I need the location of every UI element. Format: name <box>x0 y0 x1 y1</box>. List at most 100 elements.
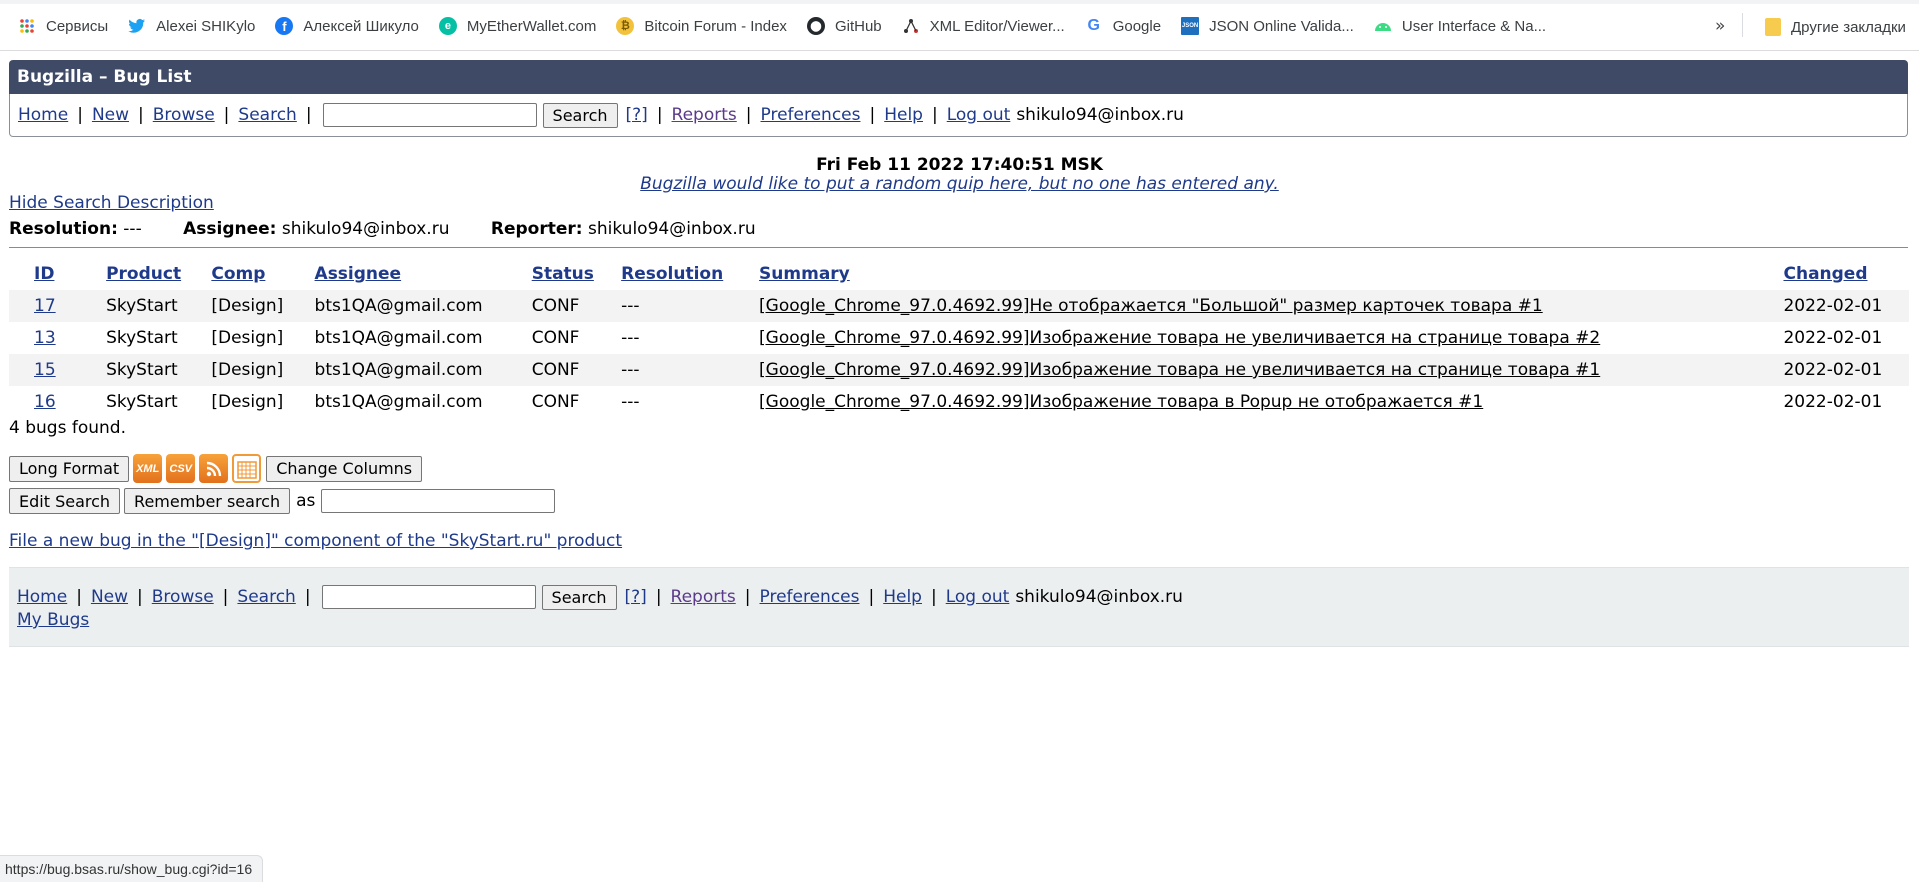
bug-summary-link[interactable]: [Google_Chrome_97.0.4692.99]Не отображае… <box>759 296 1543 316</box>
divider <box>9 247 1908 248</box>
bookmark-label: Bitcoin Forum - Index <box>644 17 787 35</box>
logout-link[interactable]: Log out <box>946 587 1010 607</box>
bookmarks-divider <box>1742 13 1743 37</box>
edit-search-button[interactable]: Edit Search <box>9 488 121 514</box>
sort-column-id[interactable]: ID <box>34 264 54 284</box>
remember-search-name-input[interactable] <box>321 489 556 513</box>
bug-summary-link[interactable]: [Google_Chrome_97.0.4692.99]Изображение … <box>759 392 1483 412</box>
folder-icon <box>1765 18 1781 36</box>
footer-quicksearch-input[interactable] <box>321 585 536 609</box>
bookmark-json-validator[interactable]: JSON JSON Online Valida... <box>1171 11 1364 41</box>
json-icon: JSON <box>1181 17 1200 35</box>
bookmark-label: Alexei SHIKylo <box>156 17 256 35</box>
footer: Home | New | Browse | Search | Search [?] | R… <box>9 567 1909 647</box>
bookmark-myetherwallet[interactable]: e MyEtherWallet.com <box>429 11 606 41</box>
file-new-bug-link[interactable]: File a new bug in the "[Design]" compone… <box>9 531 622 551</box>
bug-summary-link[interactable]: [Google_Chrome_97.0.4692.99]Изображение … <box>759 360 1600 380</box>
xml-tree-icon <box>902 17 920 35</box>
separator: | <box>930 587 937 607</box>
help-link[interactable]: Help <box>883 587 922 607</box>
browse-link[interactable]: Browse <box>153 105 215 125</box>
bookmark-label: GitHub <box>834 17 882 35</box>
bookmark-github[interactable]: ⬤ GitHub <box>797 11 892 41</box>
cell-changed: 2022-02-01 <box>1783 354 1909 386</box>
quip-link-wrapper: Bugzilla would like to put a random quip… <box>0 174 1919 194</box>
bookmark-label: MyEtherWallet.com <box>466 17 597 35</box>
browse-link[interactable]: Browse <box>152 587 214 607</box>
quicksearch-input[interactable] <box>322 103 537 127</box>
sort-column-status[interactable]: Status <box>532 264 594 284</box>
table-header-row: ID Product Comp Assignee Status Resoluti… <box>9 258 1909 290</box>
bookmark-xml-editor[interactable]: XML Editor/Viewer... <box>892 11 1075 41</box>
bookmark-google[interactable]: G Google <box>1075 11 1171 41</box>
cell-component: [Design] <box>211 354 315 386</box>
sort-column-product[interactable]: Product <box>106 264 181 284</box>
bug-id-link[interactable]: 17 <box>34 296 56 316</box>
list-actions: Long Format XML CSV Change Columns <box>9 454 423 483</box>
home-link[interactable]: Home <box>17 587 67 607</box>
twitter-icon <box>128 17 146 35</box>
preferences-link[interactable]: Preferences <box>761 105 861 125</box>
xml-feed-icon[interactable]: XML <box>133 454 163 483</box>
criteria-value: shikulo94@inbox.ru <box>588 219 756 239</box>
sort-column-comp[interactable]: Comp <box>211 264 265 284</box>
logout-link[interactable]: Log out <box>947 105 1011 125</box>
myetherwallet-icon: e <box>438 17 457 35</box>
search-link[interactable]: Search <box>238 105 296 125</box>
cell-product: SkyStart <box>106 328 178 348</box>
bug-id-link[interactable]: 13 <box>34 328 56 348</box>
bug-summary-link[interactable]: [Google_Chrome_97.0.4692.99]Изображение … <box>759 328 1600 348</box>
reports-link[interactable]: Reports <box>671 587 736 607</box>
new-link[interactable]: New <box>91 587 128 607</box>
sort-column-assignee[interactable]: Assignee <box>315 264 402 284</box>
quicksearch-help-link[interactable]: [?] <box>625 587 647 607</box>
bookmark-facebook[interactable]: f Алексей Шикуло <box>265 11 429 41</box>
rss-feed-icon[interactable] <box>199 454 229 483</box>
apps-grid-icon <box>18 17 36 35</box>
home-link[interactable]: Home <box>18 105 68 125</box>
remember-search-button[interactable]: Remember search <box>124 488 291 514</box>
quicksearch-button[interactable]: Search <box>542 102 618 128</box>
sort-column-summary[interactable]: Summary <box>759 264 850 284</box>
change-columns-button[interactable]: Change Columns <box>266 455 423 482</box>
cell-resolution: --- <box>621 392 640 412</box>
quicksearch-help-link[interactable]: [?] <box>626 105 648 125</box>
bookmarks-overflow-button[interactable]: » <box>1715 16 1725 36</box>
separator: | <box>304 587 311 607</box>
cell-changed: 2022-02-01 <box>1783 290 1909 322</box>
sort-column-changed[interactable]: Changed <box>1783 264 1867 284</box>
ical-calendar-icon[interactable] <box>232 454 262 483</box>
new-link[interactable]: New <box>92 105 129 125</box>
sort-column-resolution[interactable]: Resolution <box>621 264 723 284</box>
bookmark-label: Сервисы <box>46 17 109 35</box>
bug-id-link[interactable]: 16 <box>34 392 56 412</box>
bookmark-user-interface[interactable]: User Interface & Na... <box>1364 11 1556 41</box>
hide-search-description-link[interactable]: Hide Search Description <box>9 193 214 213</box>
android-icon <box>1374 17 1392 35</box>
long-format-button[interactable]: Long Format <box>9 455 130 482</box>
separator: | <box>868 587 875 607</box>
bookmark-twitter[interactable]: Alexei SHIKylo <box>118 11 265 41</box>
search-link[interactable]: Search <box>237 587 295 607</box>
preferences-link[interactable]: Preferences <box>760 587 860 607</box>
my-bugs-link[interactable]: My Bugs <box>17 610 89 630</box>
page-title: Bugzilla – Bug List <box>9 60 1908 94</box>
quip-link[interactable]: Bugzilla would like to put a random quip… <box>640 174 1279 194</box>
criteria-value: shikulo94@inbox.ru <box>281 219 450 239</box>
cell-status: CONF <box>531 354 622 386</box>
bookmark-bitcoin-forum[interactable]: ₿ Bitcoin Forum - Index <box>606 11 797 41</box>
help-link[interactable]: Help <box>884 105 923 125</box>
bookmark-services[interactable]: Сервисы <box>8 11 118 41</box>
separator: | <box>76 587 82 607</box>
separator: | <box>305 105 312 125</box>
separator: | <box>223 105 230 125</box>
table-row: 15 SkyStart [Design] bts1QA@gmail.com CO… <box>9 354 1909 386</box>
cell-changed: 2022-02-01 <box>1783 392 1883 412</box>
reports-link[interactable]: Reports <box>672 105 737 125</box>
csv-icon[interactable]: CSV <box>166 454 196 483</box>
bug-id-link[interactable]: 15 <box>34 360 56 380</box>
separator: | <box>138 105 144 125</box>
bookmark-other-folder[interactable]: Другие закладки <box>1755 12 1916 42</box>
current-user: shikulo94@inbox.ru <box>1015 587 1183 607</box>
footer-quicksearch-button[interactable]: Search <box>541 584 617 610</box>
